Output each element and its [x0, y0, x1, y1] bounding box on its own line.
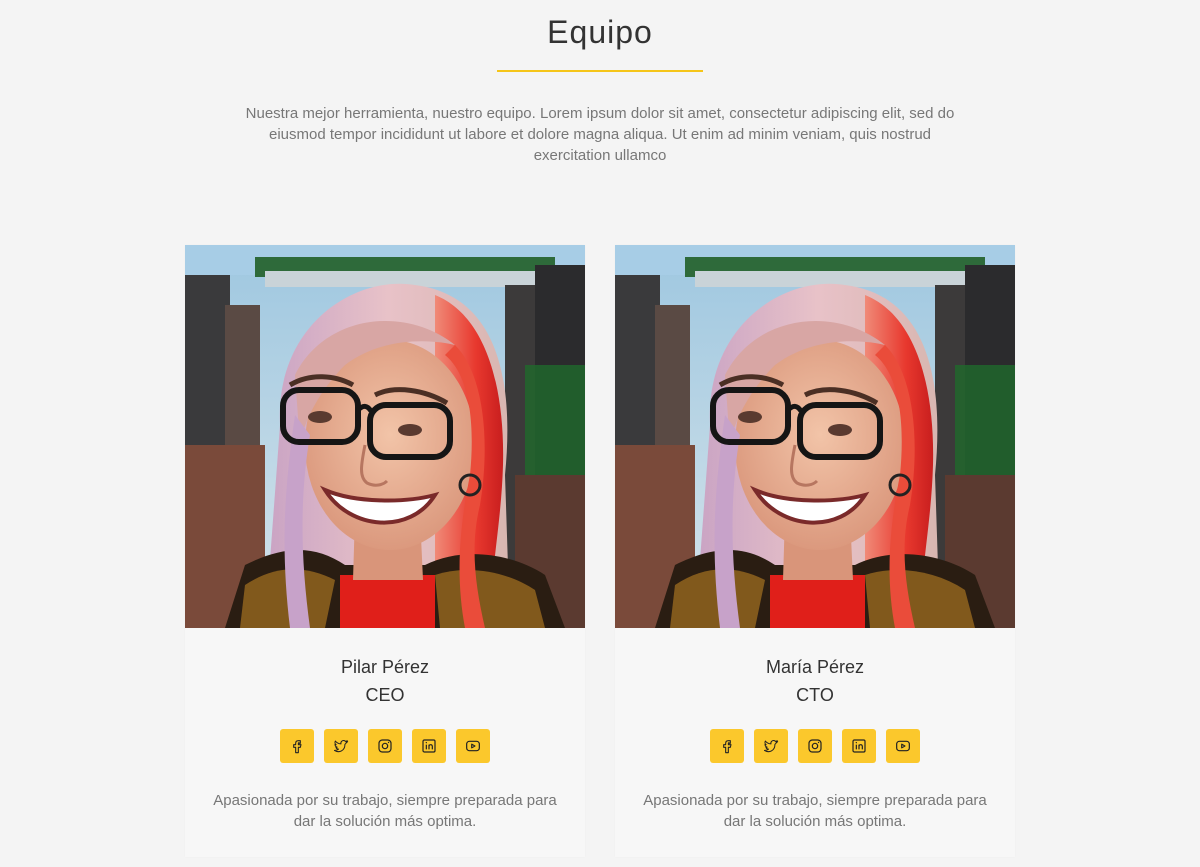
- facebook-icon: [293, 740, 302, 754]
- facebook-icon: [723, 740, 732, 754]
- youtube-button[interactable]: [456, 729, 490, 763]
- section-intro: Nuestra mejor herramienta, nuestro equip…: [245, 105, 955, 164]
- title-underline: [497, 70, 703, 72]
- member-name: Pilar Pérez: [340, 657, 430, 677]
- linkedin-button[interactable]: [412, 729, 446, 763]
- social-links: [710, 729, 920, 763]
- linkedin-icon: [852, 739, 866, 753]
- facebook-button[interactable]: [710, 729, 744, 763]
- instagram-icon: [378, 739, 392, 753]
- twitter-icon: [333, 740, 349, 753]
- facebook-button[interactable]: [280, 729, 314, 763]
- member-bio: Apasionada por su trabajo, siempre prepa…: [213, 792, 557, 830]
- portrait-photo: [185, 245, 585, 628]
- instagram-button[interactable]: [368, 729, 402, 763]
- linkedin-button[interactable]: [842, 729, 876, 763]
- youtube-icon: [466, 740, 480, 752]
- member-name: María Pérez: [765, 657, 865, 677]
- instagram-icon: [808, 739, 822, 753]
- section-title: Equipo: [547, 14, 653, 50]
- social-links: [280, 729, 490, 763]
- youtube-icon: [896, 740, 910, 752]
- team-member-card: Pilar Pérez CEO Apasionada por su trabaj…: [185, 245, 585, 857]
- member-role: CEO: [365, 685, 405, 705]
- twitter-button[interactable]: [754, 729, 788, 763]
- portrait-photo: [615, 245, 1015, 628]
- twitter-button[interactable]: [324, 729, 358, 763]
- twitter-icon: [763, 740, 779, 753]
- member-role: CTO: [796, 685, 834, 705]
- linkedin-icon: [422, 739, 436, 753]
- instagram-button[interactable]: [798, 729, 832, 763]
- member-bio: Apasionada por su trabajo, siempre prepa…: [643, 792, 987, 830]
- team-member-card: María Pérez CTO Apasionada por su trabaj…: [615, 245, 1015, 857]
- youtube-button[interactable]: [886, 729, 920, 763]
